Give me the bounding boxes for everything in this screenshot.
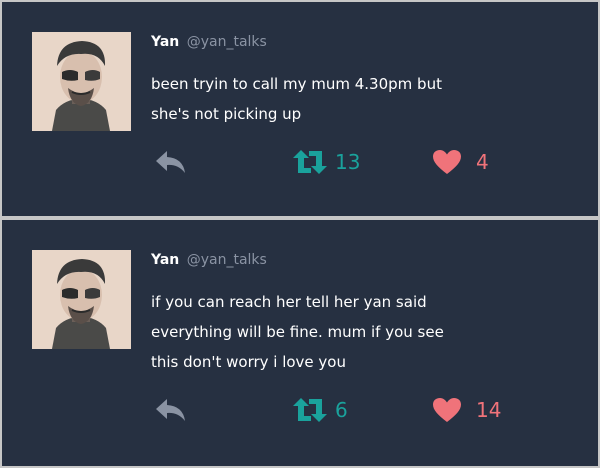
tweet-actions: 13 4 bbox=[2, 147, 598, 177]
tweet-text-line: this don't worry i love you bbox=[151, 353, 346, 371]
tweet-text-line: if you can reach her tell her yan said bbox=[151, 293, 427, 311]
tweet-text: been tryin to call my mum 4.30pm but she… bbox=[151, 69, 571, 129]
tweet-card: Yan @yan_talks been tryin to call my mum… bbox=[2, 2, 598, 216]
heart-icon bbox=[433, 150, 461, 174]
author-name[interactable]: Yan bbox=[151, 252, 179, 268]
retweet-button[interactable]: 6 bbox=[291, 395, 348, 425]
retweet-icon bbox=[293, 150, 327, 174]
tweet-text-line: been tryin to call my mum 4.30pm but bbox=[151, 75, 442, 93]
tweet-text-line: everything will be fine. mum if you see bbox=[151, 323, 444, 341]
reply-icon bbox=[156, 151, 185, 173]
avatar[interactable] bbox=[32, 32, 131, 131]
author-handle[interactable]: @yan_talks bbox=[187, 34, 267, 50]
reply-icon bbox=[156, 399, 185, 421]
tweet-author: Yan @yan_talks bbox=[151, 251, 267, 269]
reply-button[interactable] bbox=[154, 397, 188, 423]
author-name[interactable]: Yan bbox=[151, 34, 179, 50]
retweet-count: 6 bbox=[335, 398, 348, 422]
like-count: 4 bbox=[476, 150, 489, 174]
heart-icon bbox=[433, 398, 461, 422]
like-count: 14 bbox=[476, 398, 502, 422]
retweet-icon bbox=[293, 398, 327, 422]
tweet-actions: 6 14 bbox=[2, 395, 598, 425]
author-handle[interactable]: @yan_talks bbox=[187, 252, 267, 268]
retweet-button[interactable]: 13 bbox=[291, 147, 360, 177]
like-button[interactable]: 14 bbox=[432, 395, 501, 425]
avatar[interactable] bbox=[32, 250, 131, 349]
tweet-text: if you can reach her tell her yan said e… bbox=[151, 287, 571, 377]
tweet-card: Yan @yan_talks if you can reach her tell… bbox=[2, 220, 598, 466]
retweet-count: 13 bbox=[335, 150, 361, 174]
tweet-text-line: she's not picking up bbox=[151, 105, 302, 123]
like-button[interactable]: 4 bbox=[432, 147, 489, 177]
tweet-author: Yan @yan_talks bbox=[151, 33, 267, 51]
reply-button[interactable] bbox=[154, 149, 188, 175]
